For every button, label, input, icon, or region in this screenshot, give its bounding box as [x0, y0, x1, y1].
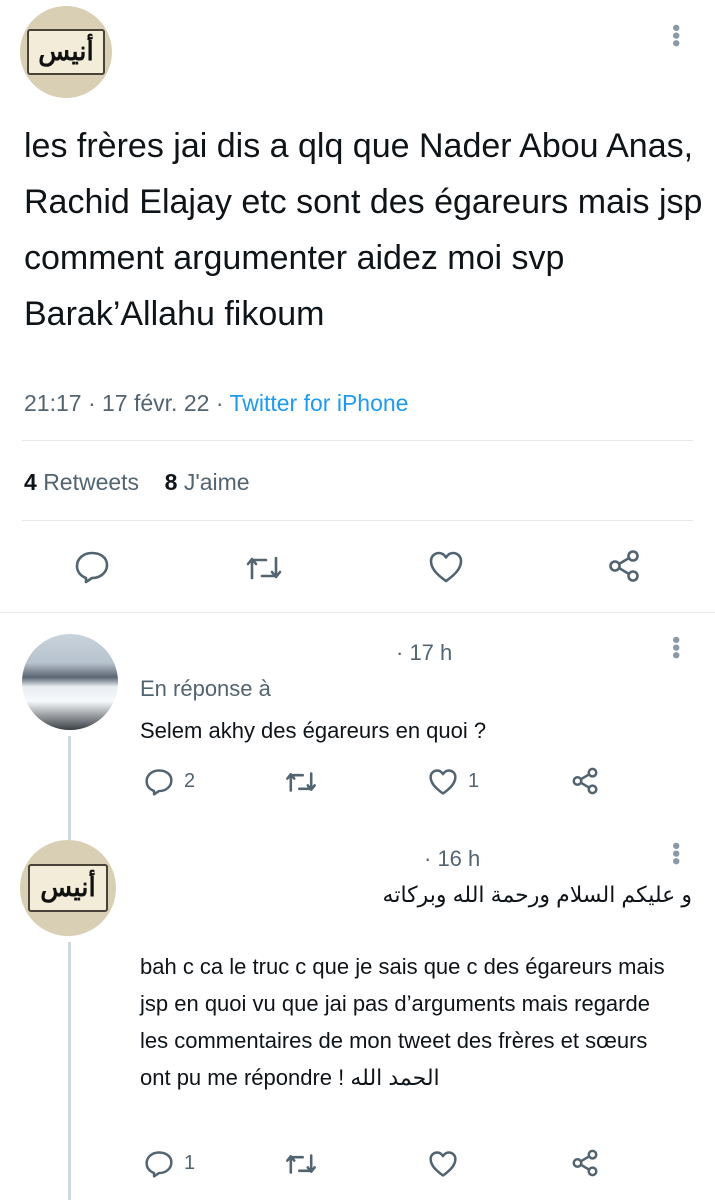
tweet-time: 21:17	[24, 390, 82, 416]
reply-time: · 17 h	[396, 640, 453, 665]
divider	[22, 440, 693, 441]
reply-arabic-line: و عليكم السلام ورحمة الله وبركاته	[382, 882, 692, 907]
tweet-text: les frères jai dis a qlq que Nader Abou …	[24, 127, 703, 333]
reply-text: bah c ca le truc c que je sais que c des…	[140, 954, 665, 1090]
divider	[22, 520, 693, 521]
author-avatar[interactable]: أنيس	[20, 840, 116, 936]
more-options-icon[interactable]: •••	[664, 636, 689, 659]
share-icon[interactable]	[570, 1148, 600, 1178]
retweet-icon[interactable]	[284, 768, 318, 796]
avatar-name-card: أنيس	[27, 29, 105, 75]
like-count: 1	[468, 770, 480, 792]
avatar-name-card: أنيس	[27, 864, 109, 912]
tweet-source-link[interactable]: Twitter for iPhone	[229, 390, 408, 416]
share-icon[interactable]	[606, 548, 642, 584]
share-icon[interactable]	[570, 766, 600, 796]
like-icon[interactable]	[428, 550, 464, 584]
more-options-icon[interactable]: •••	[664, 842, 689, 865]
reply-count: 2	[184, 770, 196, 792]
reply-time: · 16 h	[424, 846, 481, 871]
likes-stat[interactable]: 8 J'aime	[165, 469, 250, 495]
reply-text: Selem akhy des égareurs en quoi ?	[140, 718, 487, 743]
retweet-icon[interactable]	[244, 552, 284, 584]
tweet-meta: 21:17 · 17 févr. 22 · Twitter for iPhone	[24, 390, 409, 416]
reply-icon[interactable]	[144, 1150, 174, 1178]
replying-to-label: En réponse à	[140, 676, 271, 701]
reply-icon[interactable]	[144, 768, 174, 796]
author-avatar[interactable]: أنيس	[20, 6, 112, 98]
tweet-date: 17 févr. 22	[102, 390, 210, 416]
reply-count: 1	[184, 1152, 196, 1174]
like-icon[interactable]	[428, 1150, 458, 1178]
thread-line	[68, 942, 71, 1200]
reply-icon[interactable]	[74, 550, 110, 584]
thread-line	[68, 736, 71, 848]
divider	[0, 612, 715, 613]
retweet-icon[interactable]	[284, 1150, 318, 1178]
reply-avatar[interactable]	[22, 634, 118, 730]
tweet-stats: 4 Retweets 8 J'aime	[24, 469, 250, 496]
like-icon[interactable]	[428, 768, 458, 796]
more-options-icon[interactable]: •••	[664, 24, 689, 47]
retweets-stat[interactable]: 4 Retweets	[24, 469, 139, 495]
avatar-photo	[22, 634, 118, 730]
